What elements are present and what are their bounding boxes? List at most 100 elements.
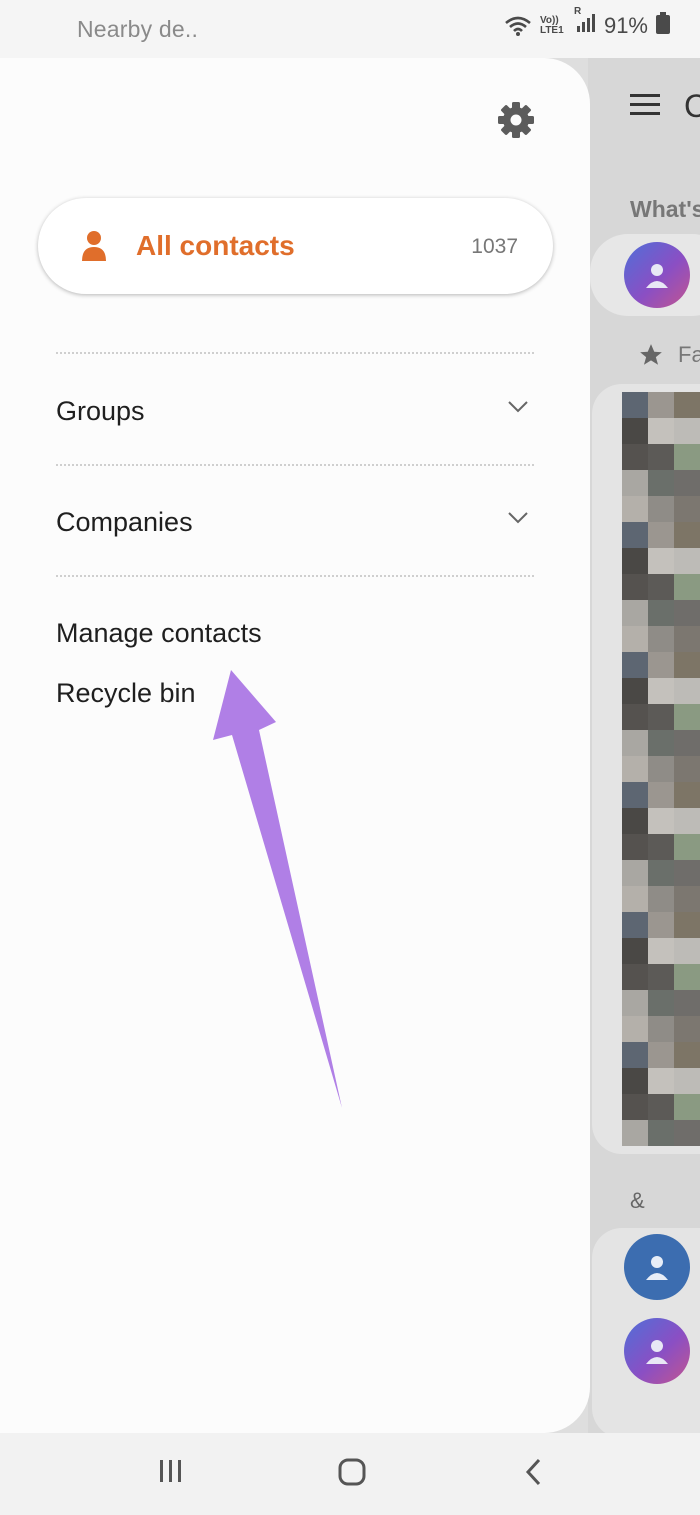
companies-label: Companies	[56, 507, 193, 537]
blurred-photo-tile	[648, 808, 674, 834]
blurred-photo-tile	[622, 1042, 648, 1068]
blurred-photo-tile	[622, 964, 648, 990]
navigation-drawer: All contacts 1037 Groups Companies Manag…	[0, 58, 590, 1433]
blurred-photo-tile	[674, 496, 700, 522]
star-icon	[638, 342, 664, 373]
blurred-photo-tile	[622, 1016, 648, 1042]
divider	[56, 575, 534, 577]
blurred-photo-tile	[648, 444, 674, 470]
blurred-photo-tile	[648, 600, 674, 626]
blurred-photo-tile	[648, 548, 674, 574]
blurred-photo-tile	[674, 392, 700, 418]
blurred-photo-tile	[674, 756, 700, 782]
group-header: &	[630, 1188, 645, 1213]
chevron-down-icon[interactable]	[507, 400, 529, 419]
blurred-photo-tile	[648, 418, 674, 444]
blurred-photo-tile	[648, 1042, 674, 1068]
blurred-photo-tile	[674, 444, 700, 470]
blurred-photo-tile	[674, 1042, 700, 1068]
signal-icon: R	[574, 6, 596, 39]
blurred-photo-tile	[674, 600, 700, 626]
roaming-label: R	[573, 6, 582, 17]
hamburger-menu-icon	[630, 92, 660, 123]
profile-card	[590, 234, 700, 316]
blurred-photo-tile	[674, 470, 700, 496]
volte-icon: Vo)) LTE1	[539, 14, 566, 36]
blurred-photo-tile	[674, 1120, 700, 1146]
favorites-label-partial: Fa	[678, 342, 700, 367]
background-contacts-list: C What's Fa &	[588, 58, 700, 1433]
blurred-photo-tile	[622, 912, 648, 938]
blurred-photo-tile	[622, 470, 648, 496]
blurred-photo-tile	[648, 1120, 674, 1146]
blurred-photo-tile	[648, 756, 674, 782]
blurred-photo-tile	[648, 678, 674, 704]
blurred-photo-tile	[648, 574, 674, 600]
blurred-photo-tile	[648, 470, 674, 496]
blurred-contact-photos	[622, 392, 700, 1146]
gear-icon[interactable]	[496, 100, 536, 140]
divider	[56, 464, 534, 466]
groups-label: Groups	[56, 396, 145, 426]
blurred-photo-tile	[622, 548, 648, 574]
blurred-photo-tile	[622, 444, 648, 470]
blurred-photo-tile	[674, 1094, 700, 1120]
contacts-count: 1037	[471, 235, 518, 258]
blurred-photo-tile	[648, 730, 674, 756]
blurred-photo-tile	[622, 1068, 648, 1094]
manage-contacts-item[interactable]: Manage contacts	[56, 618, 262, 649]
blurred-photo-tile	[674, 418, 700, 444]
notification-text: Nearby de..	[77, 16, 199, 42]
blurred-photo-tile	[622, 1094, 648, 1120]
blurred-photo-tile	[648, 652, 674, 678]
status-icons: Vo)) LTE1 R 91%	[504, 6, 670, 39]
blurred-photo-tile	[674, 808, 700, 834]
blurred-photo-tile	[648, 990, 674, 1016]
status-bar: Nearby de.. Vo)) LTE1 R 91%	[0, 0, 700, 58]
blurred-photo-tile	[674, 1068, 700, 1094]
person-icon	[80, 230, 108, 267]
blurred-photo-tile	[648, 496, 674, 522]
battery-percent: 91%	[603, 12, 648, 38]
blurred-photo-tile	[648, 1016, 674, 1042]
avatar	[624, 242, 690, 308]
app-title-partial: C	[684, 88, 700, 124]
blurred-photo-tile	[622, 886, 648, 912]
divider	[56, 352, 534, 354]
blurred-photo-tile	[648, 912, 674, 938]
blurred-photo-tile	[648, 704, 674, 730]
blurred-photo-tile	[674, 782, 700, 808]
blurred-photo-tile	[674, 860, 700, 886]
chevron-down-icon[interactable]	[507, 511, 529, 530]
all-contacts-label: All contacts	[136, 230, 295, 261]
blurred-photo-tile	[622, 782, 648, 808]
blurred-photo-tile	[622, 574, 648, 600]
blurred-photo-tile	[622, 834, 648, 860]
blurred-photo-tile	[648, 938, 674, 964]
blurred-photo-tile	[674, 626, 700, 652]
blurred-photo-tile	[622, 652, 648, 678]
blurred-photo-tile	[622, 600, 648, 626]
blurred-photo-tile	[622, 730, 648, 756]
blurred-photo-tile	[674, 990, 700, 1016]
battery-icon	[656, 12, 670, 39]
blurred-photo-tile	[622, 938, 648, 964]
blurred-photo-tile	[622, 392, 648, 418]
blurred-photo-tile	[648, 1094, 674, 1120]
blurred-photo-tile	[674, 652, 700, 678]
section-label-partial: What's	[630, 196, 700, 222]
blurred-photo-tile	[648, 392, 674, 418]
blurred-photo-tile	[648, 522, 674, 548]
all-contacts-item[interactable]: All contacts 1037	[38, 198, 553, 294]
blurred-photo-tile	[674, 548, 700, 574]
avatar	[624, 1234, 690, 1300]
home-button[interactable]	[337, 1457, 367, 1492]
blurred-photo-tile	[674, 730, 700, 756]
recycle-bin-item[interactable]: Recycle bin	[56, 678, 196, 709]
volte-label: Vo)) LTE1	[539, 14, 564, 36]
blurred-photo-tile	[648, 626, 674, 652]
blurred-photo-tile	[674, 522, 700, 548]
recents-button[interactable]	[157, 1457, 185, 1490]
blurred-photo-tile	[648, 860, 674, 886]
back-button[interactable]	[522, 1457, 546, 1492]
